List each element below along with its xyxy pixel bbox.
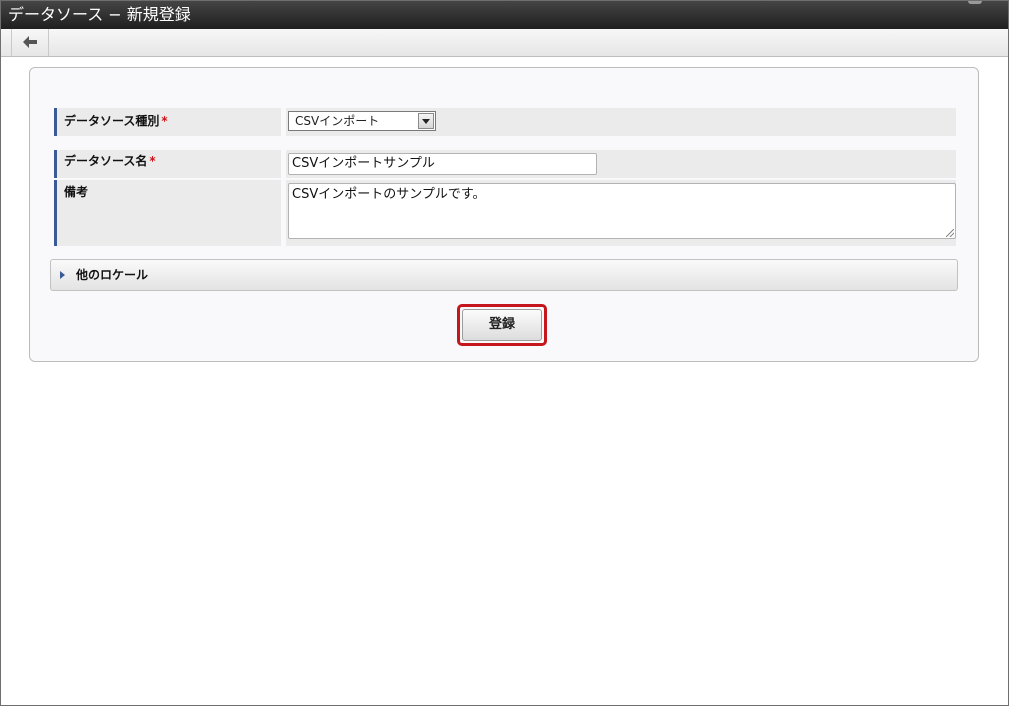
register-button[interactable]: 登録 [462,309,542,341]
other-locales-accordion[interactable]: 他のロケール [50,259,958,291]
form-panel: データソース種別 * CSVインポート データソース名 * CSVインポートサンプル… [29,67,979,362]
datasource-type-label-text: データソース種別 [64,114,160,128]
other-locales-label: 他のロケール [76,268,149,282]
form-row-note: 備考 CSVインポートのサンプルです。 [54,180,956,246]
required-mark: * [161,114,168,128]
back-arrow-icon [23,36,37,48]
title-bar: データソース − 新規登録 [1,1,1008,29]
required-mark: * [149,154,156,168]
note-textarea[interactable]: CSVインポートのサンプルです。 [288,183,956,239]
caret-right-icon [60,271,65,279]
resize-grip-icon[interactable] [946,229,954,237]
datasource-type-label: データソース種別 * [54,108,281,136]
submit-highlight: 登録 [457,304,547,346]
form-row-datasource-type: データソース種別 * CSVインポート [54,108,956,136]
datasource-name-input[interactable]: CSVインポートサンプル [288,153,597,175]
datasource-type-select[interactable]: CSVインポート [288,111,436,131]
note-label-text: 備考 [64,185,89,199]
window-corner-decoration [968,1,982,4]
datasource-name-cell: CSVインポートサンプル [286,150,956,178]
datasource-name-label-text: データソース名 [64,154,148,168]
note-cell: CSVインポートのサンプルです。 [286,180,956,246]
datasource-type-selected-value: CSVインポート [295,114,380,128]
form-row-datasource-name: データソース名 * CSVインポートサンプル [54,150,956,178]
window-title: データソース − 新規登録 [8,5,191,24]
app-window: データソース − 新規登録 データソース種別 * CSVインポート データソース名… [0,0,1009,706]
datasource-type-cell: CSVインポート [286,108,956,136]
note-label: 備考 [54,180,281,246]
datasource-name-label: データソース名 * [54,150,281,178]
back-button[interactable] [11,29,49,56]
note-textarea-value: CSVインポートのサンプルです。 [292,187,486,202]
dropdown-arrow-icon[interactable] [418,113,434,129]
toolbar [1,29,1008,57]
